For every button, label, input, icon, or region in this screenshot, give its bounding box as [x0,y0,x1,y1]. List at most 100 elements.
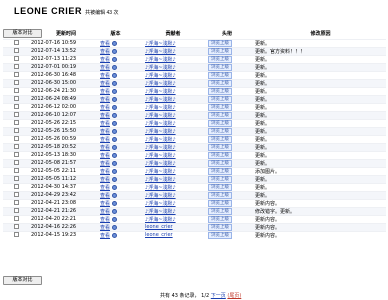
select-checkbox[interactable] [13,120,19,125]
view-link[interactable]: 查看 [100,185,110,191]
compare-button-bottom[interactable]: 版本对比 [3,276,42,285]
title-badge[interactable]: 浏览上级 [208,144,232,151]
select-checkbox[interactable] [13,112,19,117]
select-checkbox[interactable] [13,192,19,197]
view-link[interactable]: 查看 [100,161,110,167]
editor-link[interactable]: ♪浮海~浅默♪ [145,217,176,223]
title-badge[interactable]: 浏览上级 [208,56,232,63]
view-link[interactable]: 查看 [100,233,110,239]
view-link[interactable]: 查看 [100,225,110,231]
select-checkbox[interactable] [13,144,19,149]
title-badge[interactable]: 浏览上级 [208,80,232,87]
editor-link[interactable]: ♪浮海~浅默♪ [145,169,176,175]
editor-link[interactable]: ♪浮海~浅默♪ [145,97,176,103]
editor-link[interactable]: ♪浮海~浅默♪ [145,153,176,159]
title-badge[interactable]: 浏览上级 [208,184,232,191]
select-checkbox[interactable] [13,136,19,141]
view-link[interactable]: 查看 [100,121,110,127]
view-link[interactable]: 查看 [100,65,110,71]
select-checkbox[interactable] [13,104,19,109]
title-badge[interactable]: 浏览上级 [208,160,232,167]
compare-button[interactable]: 版本对比 [3,29,42,39]
title-badge[interactable]: 浏览上级 [208,96,232,103]
editor-link[interactable]: ♪浮海~浅默♪ [145,113,176,119]
view-link[interactable]: 查看 [100,49,110,55]
title-badge[interactable]: 浏览上级 [208,72,232,79]
view-link[interactable]: 查看 [100,73,110,79]
view-link[interactable]: 查看 [100,177,110,183]
view-link[interactable]: 查看 [100,193,110,199]
editor-link[interactable]: ♪浮海~浅默♪ [145,81,176,87]
select-checkbox[interactable] [13,168,19,173]
view-link[interactable]: 查看 [100,201,110,207]
editor-link[interactable]: ♪浮海~浅默♪ [145,41,176,47]
select-checkbox[interactable] [13,184,19,189]
select-checkbox[interactable] [13,56,19,61]
title-badge[interactable]: 浏览上级 [208,232,232,239]
select-checkbox[interactable] [13,200,19,205]
title-badge[interactable]: 浏览上级 [208,120,232,127]
view-link[interactable]: 查看 [100,169,110,175]
title-badge[interactable]: 浏览上级 [208,152,232,159]
view-link[interactable]: 查看 [100,97,110,103]
editor-link[interactable]: leone_crier [145,224,173,230]
editor-link[interactable]: ♪浮海~浅默♪ [145,105,176,111]
select-checkbox[interactable] [13,208,19,213]
editor-link[interactable]: ♪浮海~浅默♪ [145,137,176,143]
editor-link[interactable]: ♪浮海~浅默♪ [145,121,176,127]
view-link[interactable]: 查看 [100,217,110,223]
view-link[interactable]: 查看 [100,129,110,135]
view-link[interactable]: 查看 [100,113,110,119]
select-checkbox[interactable] [13,48,19,53]
editor-link[interactable]: ♪浮海~浅默♪ [145,201,176,207]
title-badge[interactable]: 浏览上级 [208,208,232,215]
view-link[interactable]: 查看 [100,209,110,215]
title-badge[interactable]: 浏览上级 [208,64,232,71]
editor-link[interactable]: ♪浮海~浅默♪ [145,193,176,199]
editor-link[interactable]: ♪浮海~浅默♪ [145,49,176,55]
next-page-link[interactable]: 下一页 [211,293,226,299]
title-badge[interactable]: 浏览上级 [208,136,232,143]
select-checkbox[interactable] [13,128,19,133]
select-checkbox[interactable] [13,216,19,221]
view-link[interactable]: 查看 [100,153,110,159]
select-checkbox[interactable] [13,232,19,238]
select-checkbox[interactable] [13,40,19,45]
editor-link[interactable]: ♪浮海~浅默♪ [145,161,176,167]
title-badge[interactable]: 浏览上级 [208,200,232,207]
view-link[interactable]: 查看 [100,89,110,95]
editor-link[interactable]: ♪浮海~浅默♪ [145,145,176,151]
editor-link[interactable]: ♪浮海~浅默♪ [145,209,176,215]
title-badge[interactable]: 浏览上级 [208,176,232,183]
view-link[interactable]: 查看 [100,105,110,111]
editor-link[interactable]: ♪浮海~浅默♪ [145,177,176,183]
view-link[interactable]: 查看 [100,41,110,47]
view-link[interactable]: 查看 [100,145,110,151]
editor-link[interactable]: ♪浮海~浅默♪ [145,65,176,71]
select-checkbox[interactable] [13,80,19,85]
select-checkbox[interactable] [13,176,19,181]
title-badge[interactable]: 浏览上级 [208,224,232,231]
select-checkbox[interactable] [13,224,19,229]
title-badge[interactable]: 浏览上级 [208,88,232,95]
view-link[interactable]: 查看 [100,81,110,87]
title-badge[interactable]: 浏览上级 [208,192,232,199]
select-checkbox[interactable] [13,64,19,69]
title-badge[interactable]: 浏览上级 [208,112,232,119]
title-badge[interactable]: 浏览上级 [208,128,232,135]
select-checkbox[interactable] [13,160,19,165]
editor-link[interactable]: leone_crier [145,232,173,238]
title-badge[interactable]: 浏览上级 [208,168,232,175]
title-badge[interactable]: 浏览上级 [208,216,232,223]
editor-link[interactable]: ♪浮海~浅默♪ [145,185,176,191]
last-page-link[interactable]: (尾页) [227,293,241,299]
title-badge[interactable]: 浏览上级 [208,40,232,47]
view-link[interactable]: 查看 [100,57,110,63]
editor-link[interactable]: ♪浮海~浅默♪ [145,73,176,79]
select-checkbox[interactable] [13,152,19,157]
select-checkbox[interactable] [13,96,19,101]
select-checkbox[interactable] [13,88,19,93]
editor-link[interactable]: ♪浮海~浅默♪ [145,57,176,63]
editor-link[interactable]: ♪浮海~浅默♪ [145,89,176,95]
view-link[interactable]: 查看 [100,137,110,143]
